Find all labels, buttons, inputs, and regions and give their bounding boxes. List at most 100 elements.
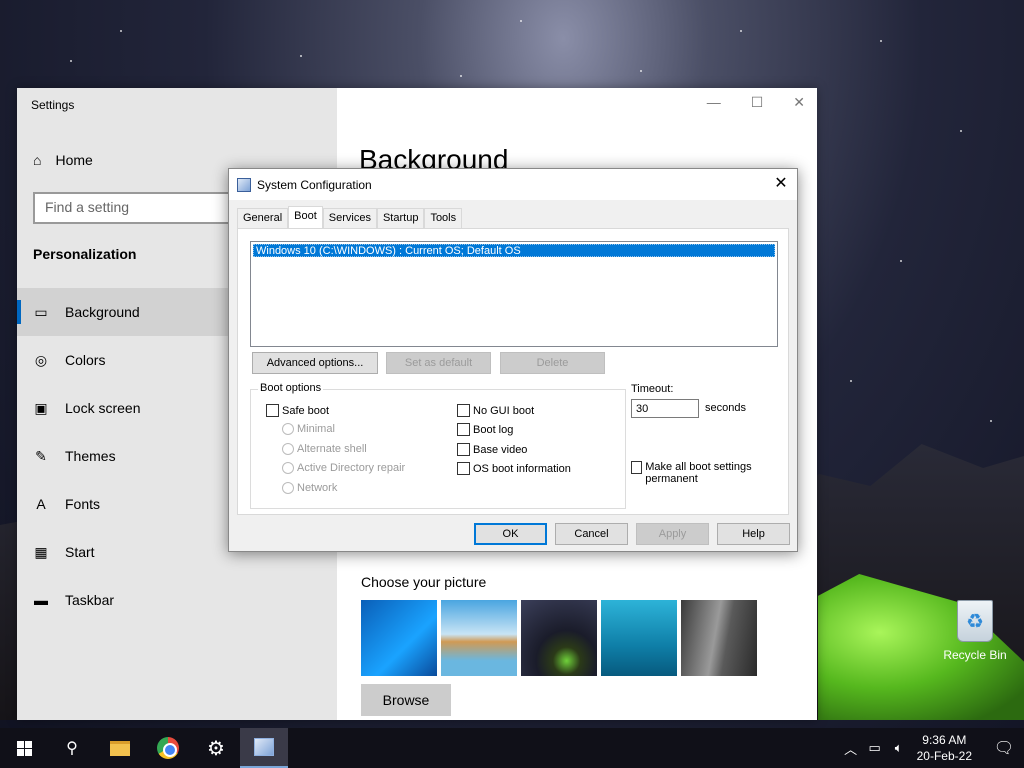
boot-options-label: Boot options xyxy=(258,382,324,394)
maximize-icon[interactable]: ☐ xyxy=(751,94,764,111)
ad-repair-radio[interactable]: Active Directory repair xyxy=(282,462,405,474)
tab-startup[interactable]: Startup xyxy=(376,208,425,228)
picture-thumb-night[interactable] xyxy=(521,600,597,676)
cancel-button[interactable]: Cancel xyxy=(555,523,628,545)
picture-thumb-beach[interactable] xyxy=(441,600,517,676)
clock-date: 20-Feb-22 xyxy=(916,749,972,763)
tab-tools[interactable]: Tools xyxy=(424,208,463,228)
minimal-label: Minimal xyxy=(297,423,335,435)
radio-circle xyxy=(282,423,294,435)
boot-log-checkbox[interactable]: Boot log xyxy=(457,423,513,436)
gear-icon: ⚙ xyxy=(207,737,225,760)
nav-item-taskbar[interactable]: ▬ Taskbar xyxy=(17,576,337,624)
safe-boot-label: Safe boot xyxy=(282,404,330,417)
chrome-button[interactable] xyxy=(144,728,192,768)
os-boot-info-checkbox[interactable]: OS boot information xyxy=(457,462,571,475)
home-link[interactable]: ⌂ Home xyxy=(33,152,93,168)
radio-circle xyxy=(282,482,294,494)
settings-taskbar-button[interactable]: ⚙ xyxy=(192,728,240,768)
apply-button[interactable]: Apply xyxy=(636,523,709,545)
advanced-options-button[interactable]: Advanced options... xyxy=(252,352,378,374)
themes-icon: ✎ xyxy=(35,447,47,464)
volume-icon[interactable]: 🔈︎ xyxy=(887,740,911,756)
os-list[interactable]: Windows 10 (C:\WINDOWS) : Current OS; De… xyxy=(250,241,778,347)
boot-log-label: Boot log xyxy=(473,423,514,436)
timeout-input[interactable] xyxy=(631,399,699,418)
base-video-checkbox[interactable]: Base video xyxy=(457,443,527,456)
nav-label: Start xyxy=(65,544,95,560)
tab-services[interactable]: Services xyxy=(322,208,377,228)
folder-icon xyxy=(110,740,130,756)
close-icon[interactable]: ✕ xyxy=(793,94,805,111)
minimize-icon[interactable]: — xyxy=(707,94,721,111)
start-button[interactable] xyxy=(0,728,48,768)
msconfig-taskbar-button[interactable] xyxy=(240,728,288,768)
help-button[interactable]: Help xyxy=(717,523,790,545)
make-permanent-label: Make all boot settings permanent xyxy=(645,461,752,485)
nav-label: Fonts xyxy=(65,496,101,512)
recycle-bin-label: Recycle Bin xyxy=(943,648,1007,662)
notification-icon[interactable]: 🗨︎ xyxy=(984,738,1024,758)
picture-thumb-underwater[interactable] xyxy=(601,600,677,676)
radio-circle xyxy=(282,462,294,474)
no-gui-boot-checkbox[interactable]: No GUI boot xyxy=(457,404,534,417)
minimal-radio[interactable]: Minimal xyxy=(282,423,335,435)
chevron-up-icon[interactable]: ︿ xyxy=(839,739,863,758)
close-icon[interactable]: ✕ xyxy=(771,173,791,195)
picture-thumbnails xyxy=(361,600,757,676)
home-icon: ⌂ xyxy=(33,152,42,168)
section-heading: Personalization xyxy=(33,246,137,262)
network-label: Network xyxy=(297,482,338,494)
picture-thumb-windows[interactable] xyxy=(361,600,437,676)
search-button[interactable]: ⚲ xyxy=(48,728,96,768)
windows-logo-icon xyxy=(16,740,32,756)
recycle-bin-icon xyxy=(957,600,993,642)
seconds-label: seconds xyxy=(705,402,746,414)
msconfig-icon xyxy=(254,738,274,756)
make-permanent-checkbox[interactable]: Make all boot settings permanent xyxy=(631,461,781,485)
alternate-shell-label: Alternate shell xyxy=(297,443,367,455)
nav-label: Taskbar xyxy=(65,592,115,608)
dialog-title: System Configuration xyxy=(257,177,372,192)
boot-tab-panel: Windows 10 (C:\WINDOWS) : Current OS; De… xyxy=(237,228,789,515)
nav-label: Colors xyxy=(65,352,106,368)
set-as-default-button[interactable]: Set as default xyxy=(386,352,491,374)
msconfig-icon xyxy=(237,177,251,192)
checkbox-box xyxy=(457,462,470,475)
tab-general[interactable]: General xyxy=(237,208,289,228)
browse-button[interactable]: Browse xyxy=(361,684,451,716)
ok-button[interactable]: OK xyxy=(474,523,547,545)
os-list-item[interactable]: Windows 10 (C:\WINDOWS) : Current OS; De… xyxy=(253,244,775,257)
nav-label: Lock screen xyxy=(65,400,141,416)
picture-thumb-rock[interactable] xyxy=(681,600,757,676)
find-setting-input[interactable]: Find a setting xyxy=(33,192,233,224)
checkbox-box xyxy=(457,404,470,417)
nav-label: Themes xyxy=(65,448,116,464)
clock[interactable]: 9:36 AM 20-Feb-22 xyxy=(911,732,984,764)
radio-circle xyxy=(282,443,294,455)
checkbox-box xyxy=(457,443,470,456)
network-radio[interactable]: Network xyxy=(282,482,337,494)
system-tray: ︿ ▭ 🔈︎ 9:36 AM 20-Feb-22 🗨︎ xyxy=(839,728,1024,768)
ad-repair-label: Active Directory repair xyxy=(297,462,406,474)
dialog-tabs: General Boot Services Startup Tools xyxy=(237,206,463,228)
start-icon: ▦ xyxy=(34,543,48,560)
timeout-label: Timeout: xyxy=(631,383,674,395)
taskbar: ⚲ ⚙ ︿ ▭ 🔈︎ 9:36 AM 20-Feb-22 🗨︎ xyxy=(0,728,1024,768)
nav-label: Background xyxy=(65,304,140,320)
settings-app-title: Settings xyxy=(31,98,75,112)
base-video-label: Base video xyxy=(473,443,528,456)
palette-icon: ◎ xyxy=(34,351,48,368)
network-icon[interactable]: ▭ xyxy=(863,740,887,756)
delete-button[interactable]: Delete xyxy=(500,352,605,374)
safe-boot-checkbox[interactable]: Safe boot xyxy=(266,404,329,417)
search-icon: ⚲ xyxy=(66,740,78,757)
window-controls: — ☐ ✕ xyxy=(707,94,805,111)
os-boot-info-label: OS boot information xyxy=(473,462,571,475)
checkbox-box xyxy=(266,404,279,417)
recycle-bin[interactable]: Recycle Bin xyxy=(940,600,1010,662)
clock-time: 9:36 AM xyxy=(922,733,967,747)
alternate-shell-radio[interactable]: Alternate shell xyxy=(282,443,367,455)
tab-boot[interactable]: Boot xyxy=(288,206,323,228)
file-explorer-button[interactable] xyxy=(96,728,144,768)
